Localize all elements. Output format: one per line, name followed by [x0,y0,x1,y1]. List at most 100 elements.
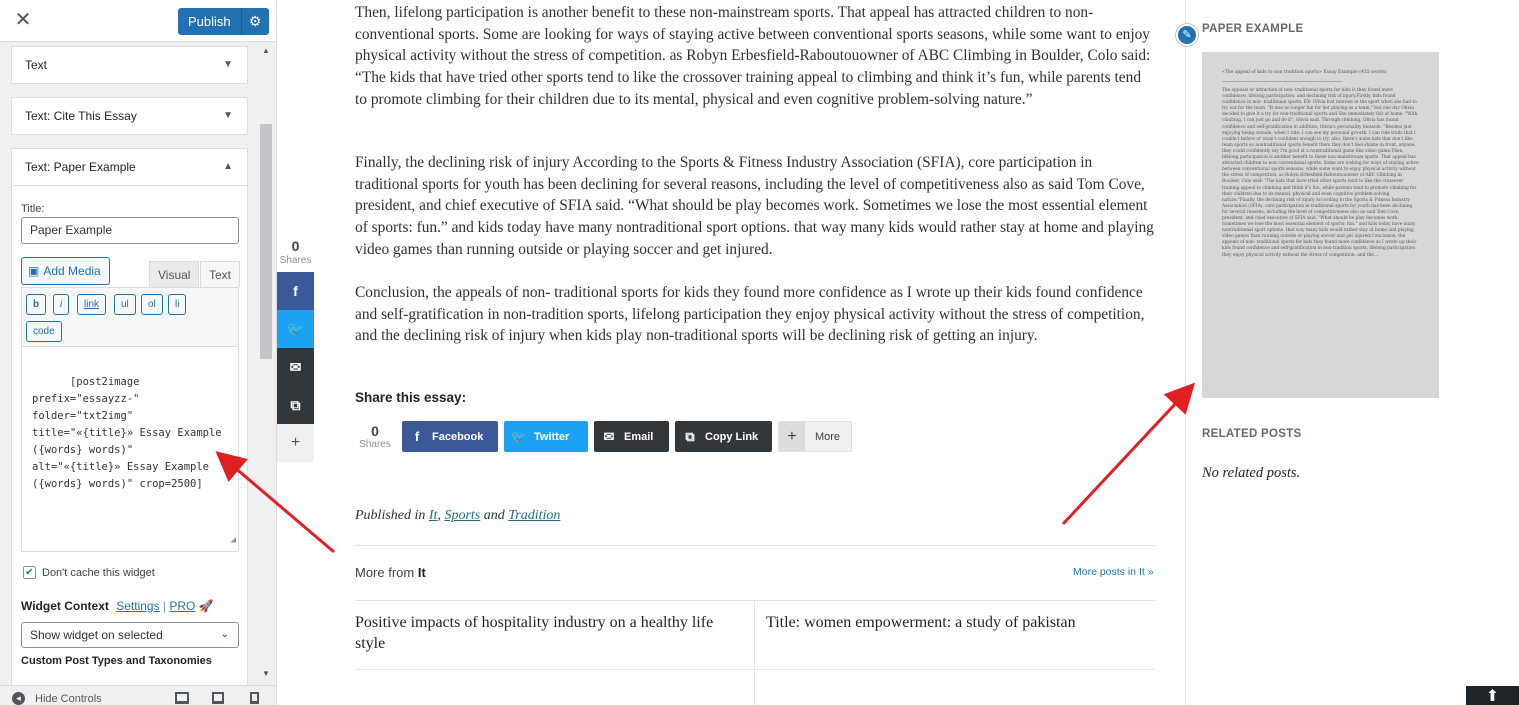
related-post-link[interactable]: Positive impacts of hospitality industry… [355,612,740,654]
email-icon: ✉ [289,359,302,375]
close-icon[interactable]: ✕ [12,9,34,31]
published-prefix: Published in [355,508,426,523]
more-share-button[interactable]: + [277,424,314,462]
facebook-icon: f [414,429,420,444]
related-post-link[interactable]: Title: women empowerment: a study of pak… [766,612,1151,633]
publish-group: Publish ⚙ [178,8,269,35]
custom-post-types-label: Custom Post Types and Taxonomies [21,655,212,667]
column-divider [754,600,755,705]
publish-button[interactable]: Publish [178,8,242,35]
more-from-category: It [417,565,426,580]
resize-grip-icon[interactable]: ◢ [231,532,236,549]
divider [355,600,1155,601]
copy-link-share-button[interactable]: ⧉ [277,386,314,424]
paper-example-image[interactable]: «The appeal of kids to non tradition spo… [1202,52,1439,398]
facebook-share-button[interactable]: f [277,272,314,310]
copy-link-button[interactable]: ⧉ Copy Link [675,421,772,452]
hide-controls-label: Hide Controls [35,692,102,705]
widget-context-label: Widget Context [21,599,109,613]
no-related-posts-text: No related posts. [1202,465,1301,481]
twitter-label: Twitter [534,430,570,443]
more-posts-link[interactable]: More posts in It » [1073,566,1154,578]
more-button[interactable]: + More [778,421,852,452]
dont-cache-label: Don't cache this widget [42,566,155,579]
related-posts-title: RELATED POSTS [1202,428,1302,440]
share-count: 0 [291,238,300,254]
scrollbar-thumb[interactable] [260,124,272,359]
paper-example-title: PAPER EXAMPLE [1202,23,1304,35]
sidebar-divider [1185,0,1186,705]
category-separator: , [437,508,441,523]
twitter-button[interactable]: 🐦 Twitter [504,421,588,452]
widget-context-row: Widget Context Settings | PRO 🚀 [21,599,214,613]
panel-scrollbar[interactable]: ▲ ▼ [258,42,274,682]
quicktag-bold-button[interactable]: b [26,294,47,315]
widget-title: Text: Cite This Essay [25,109,137,123]
quicktag-code-button[interactable]: code [26,321,62,342]
add-media-button[interactable]: ▣ Add Media [21,257,110,285]
divider [355,545,1155,546]
share-buttons-row: 0 Shares f Facebook 🐦 Twitter ✉ Email ⧉ Copy… [355,421,858,452]
settings-link[interactable]: Settings [116,599,159,613]
caret-down-icon[interactable]: ▼ [223,47,233,83]
arrow-up-icon: ⬆ [1485,688,1500,705]
category-link-sports[interactable]: Sports [444,508,480,523]
tablet-preview-icon[interactable] [212,692,224,704]
context-select[interactable]: Show widget on selected ⌄ [21,622,239,648]
scroll-down-icon[interactable]: ▼ [262,669,270,678]
collapse-icon: ◂ [12,692,25,705]
twitter-share-button[interactable]: 🐦 [277,310,314,348]
pro-link[interactable]: PRO [169,599,195,613]
widget-text[interactable]: Text ▼ [11,46,248,84]
more-label: More [814,430,840,443]
email-share-button[interactable]: ✉ [277,348,314,386]
quicktag-link-button[interactable]: link [77,294,107,315]
twitter-icon: 🐦 [286,321,305,337]
tab-visual[interactable]: Visual [149,261,200,287]
category-link-tradition[interactable]: Tradition [508,508,560,523]
dont-cache-checkbox[interactable]: ✔ [23,566,36,579]
published-in-line: Published in It, Sports and Tradition [355,508,560,524]
facebook-label: Facebook [432,430,484,443]
share-count-label: Shares [279,255,312,266]
editor-content: [post2image prefix="essayzz-" folder="tx… [32,376,222,490]
title-input[interactable]: Paper Example [21,217,239,244]
published-and: and [483,508,505,523]
twitter-icon: 🐦 [510,428,528,444]
add-media-label: Add Media [43,264,101,278]
plus-icon: + [779,422,805,451]
tab-text[interactable]: Text [200,261,241,287]
quicktags-toolbar: b i link ul ol li code [21,287,239,347]
quicktag-ol-button[interactable]: ol [141,294,163,315]
title-label: Title: [21,203,45,215]
copy-link-label: Copy Link [705,430,759,443]
widget-paper-example[interactable]: Text: Paper Example ▲ [11,148,248,186]
edit-shortcut-pencil-icon[interactable]: ✎ [1176,24,1198,46]
widget-text-editor[interactable]: [post2image prefix="essayzz-" folder="tx… [21,347,239,552]
gear-icon[interactable]: ⚙ [241,8,269,35]
dont-cache-row[interactable]: ✔ Don't cache this widget [23,566,155,579]
share-this-essay-heading: Share this essay: [355,390,467,405]
widget-title: Text [25,58,48,72]
facebook-button[interactable]: f Facebook [402,421,498,452]
more-from-prefix: More from [355,565,415,580]
desktop-preview-icon[interactable] [175,692,189,704]
caret-down-icon[interactable]: ▼ [223,98,233,134]
scroll-to-top-button[interactable]: ⬆ [1466,686,1519,705]
paper-image-body: The appeals or attraction of non- tradit… [1222,88,1419,258]
widget-cite-this-essay[interactable]: Text: Cite This Essay ▼ [11,97,248,135]
divider [355,669,1155,670]
quicktag-italic-button[interactable]: i [53,294,70,315]
email-button[interactable]: ✉ Email [594,421,669,452]
paper-image-rule [1222,81,1342,82]
mobile-preview-icon[interactable] [250,692,259,704]
caret-up-icon[interactable]: ▲ [223,149,233,185]
more-from-heading: More from It [355,565,426,580]
quicktag-li-button[interactable]: li [168,294,187,315]
quicktag-ul-button[interactable]: ul [114,294,136,315]
scroll-up-icon[interactable]: ▲ [262,46,270,55]
widget-paper-example-body: Title: Paper Example ▣ Add Media Visual T… [11,186,248,705]
copy-icon: ⧉ [290,397,301,413]
hide-controls-button[interactable]: ◂ Hide Controls [12,692,102,705]
customizer-panel: ✕ Publish ⚙ Text ▼ Text: Cite This Essay… [0,0,277,705]
